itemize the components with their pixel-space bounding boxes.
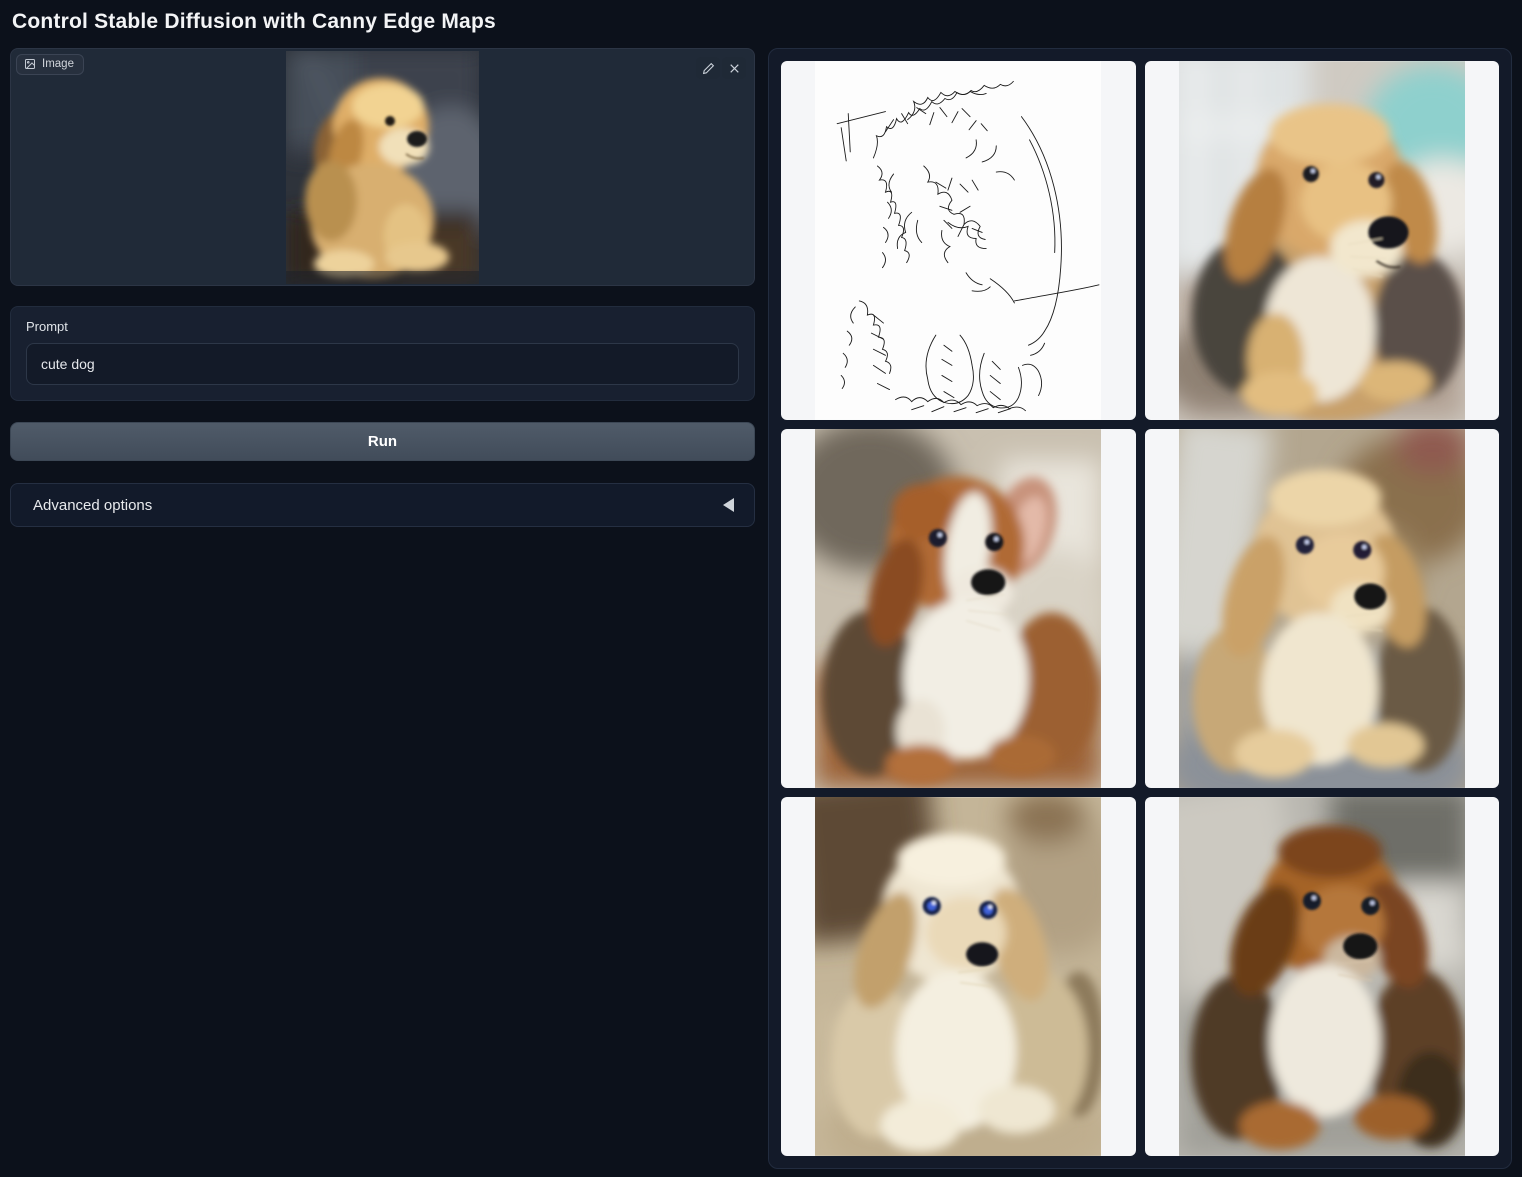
image-component-label-text: Image — [42, 58, 74, 70]
gallery-item-5[interactable] — [1145, 797, 1500, 1156]
generated-image-1 — [1179, 61, 1465, 420]
chevron-left-icon — [723, 498, 734, 512]
right-column — [768, 48, 1512, 1169]
output-gallery — [768, 48, 1512, 1169]
edit-image-button[interactable] — [696, 57, 720, 79]
prompt-input[interactable] — [26, 343, 739, 385]
advanced-options-accordion[interactable]: Advanced options — [10, 483, 755, 527]
generated-image-5 — [1179, 797, 1465, 1156]
advanced-options-label: Advanced options — [33, 497, 152, 514]
input-image-component[interactable]: Image — [10, 48, 755, 286]
left-column: Image — [10, 48, 755, 527]
run-button[interactable]: Run — [10, 422, 755, 461]
gallery-item-1[interactable] — [1145, 61, 1500, 420]
generated-image-4 — [815, 797, 1101, 1156]
prompt-label: Prompt — [26, 319, 739, 334]
gallery-item-3[interactable] — [1145, 429, 1500, 788]
uploaded-image[interactable] — [286, 51, 479, 284]
prompt-block: Prompt — [10, 306, 755, 401]
image-actions — [696, 57, 746, 79]
gallery-item-2[interactable] — [781, 429, 1136, 788]
gallery-item-4[interactable] — [781, 797, 1136, 1156]
main-layout: Image — [10, 48, 1512, 1169]
generated-image-3 — [1179, 429, 1465, 788]
pencil-icon — [702, 62, 715, 75]
close-icon — [728, 62, 741, 75]
image-icon — [24, 58, 36, 70]
gallery-item-canny-edge[interactable] — [781, 61, 1136, 420]
canny-edge-image — [815, 61, 1101, 420]
page-title: Control Stable Diffusion with Canny Edge… — [10, 8, 1512, 48]
clear-image-button[interactable] — [722, 57, 746, 79]
app-root: Control Stable Diffusion with Canny Edge… — [0, 0, 1522, 1177]
generated-image-2 — [815, 429, 1101, 788]
image-component-label: Image — [16, 54, 84, 75]
